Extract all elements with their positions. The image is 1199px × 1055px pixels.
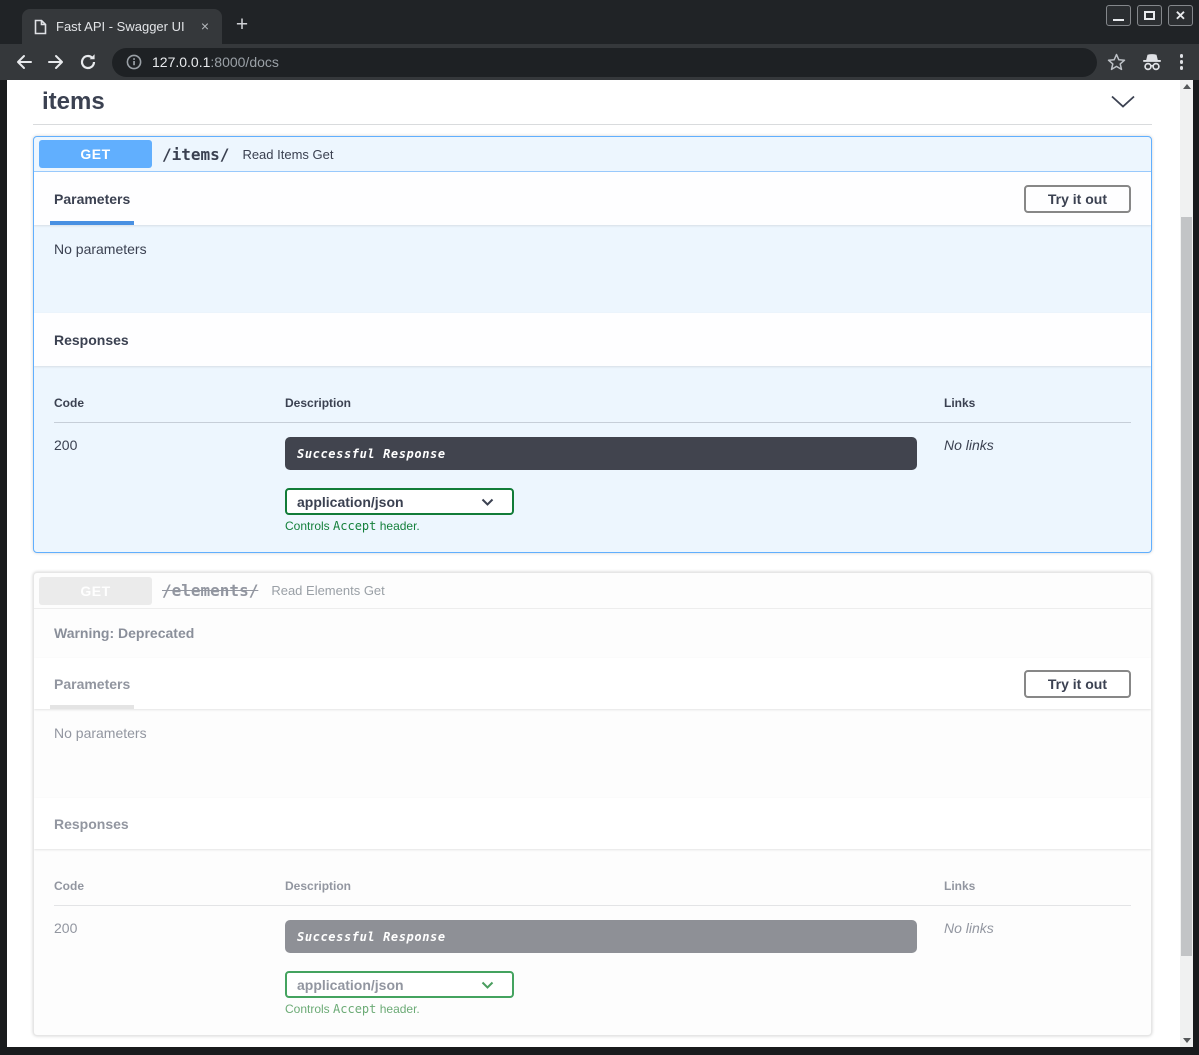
page-scrollbar[interactable] (1180, 80, 1193, 1047)
active-tab-underline (50, 705, 134, 709)
page-viewport: items GET /items/ Read Items Get Paramet… (7, 80, 1193, 1047)
scrollbar-down-arrow[interactable] (1180, 1034, 1193, 1047)
address-bar[interactable]: 127.0.0.1:8000/docs (112, 48, 1097, 77)
bookmark-star-button[interactable] (1107, 53, 1126, 71)
maximize-icon (1144, 11, 1155, 20)
star-icon (1107, 53, 1126, 71)
operation-path: /elements/ (162, 581, 258, 600)
tab-close-icon[interactable]: × (196, 18, 214, 36)
operation-description: Read Items Get (242, 147, 333, 162)
response-links: No links (944, 437, 1131, 533)
response-description-text: Successful Response (297, 930, 446, 944)
active-tab-underline (50, 221, 134, 225)
window-maximize-button[interactable] (1137, 5, 1162, 26)
response-links: No links (944, 920, 1131, 1016)
response-code: 200 (54, 920, 285, 1016)
url-text: 127.0.0.1:8000/docs (152, 54, 279, 70)
parameters-section-header: Parameters Try it out (34, 172, 1151, 225)
response-code: 200 (54, 437, 285, 533)
operation-description: Read Elements Get (271, 583, 384, 598)
browser-tab[interactable]: Fast API - Swagger UI × (22, 9, 222, 44)
browser-menu-button[interactable] (1178, 52, 1186, 72)
select-chevron-icon (481, 498, 494, 506)
scrollbar-thumb[interactable] (1181, 217, 1192, 956)
toolbar-actions (1107, 52, 1199, 72)
new-tab-button[interactable]: + (228, 12, 256, 40)
collapse-chevron-icon[interactable] (1110, 94, 1136, 109)
deprecated-warning-text: Warning: Deprecated (54, 625, 194, 641)
tag-divider (33, 124, 1152, 125)
response-row-200: 200 Successful Response application/json (54, 423, 1131, 533)
browser-toolbar: 127.0.0.1:8000/docs (0, 44, 1199, 80)
response-description-text: Successful Response (297, 447, 446, 461)
column-header-code: Code (54, 879, 285, 893)
column-header-links: Links (944, 879, 1131, 893)
parameters-body: No parameters (34, 709, 1151, 798)
scrollbar-up-arrow[interactable] (1180, 80, 1193, 93)
tag-section-header[interactable]: items (33, 88, 1152, 115)
url-path: :8000/docs (210, 54, 279, 70)
url-host: 127.0.0.1 (152, 54, 210, 70)
site-info-icon[interactable] (126, 54, 142, 70)
swagger-ui: items GET /items/ Read Items Get Paramet… (7, 80, 1180, 1047)
response-description-box: Successful Response (285, 437, 917, 470)
opblock-get-items: GET /items/ Read Items Get Parameters Tr… (33, 136, 1152, 553)
http-method-badge: GET (39, 577, 152, 605)
response-row-200: 200 Successful Response application/json (54, 906, 1131, 1016)
column-header-links: Links (944, 396, 1131, 410)
response-description-cell: Successful Response application/json Con… (285, 920, 944, 1016)
deprecated-warning: Warning: Deprecated (34, 609, 1151, 658)
operation-summary[interactable]: GET /elements/ Read Elements Get (34, 573, 1151, 609)
incognito-indicator-icon (1140, 52, 1164, 72)
accept-header-mono: Accept (333, 1002, 376, 1016)
parameters-section-header: Parameters Try it out (34, 658, 1151, 709)
reload-icon (78, 52, 98, 72)
responses-table: Code Description Links 200 Successful Re… (34, 849, 1151, 1035)
back-button[interactable] (8, 46, 40, 78)
reload-button[interactable] (72, 46, 104, 78)
forward-arrow-icon (46, 52, 66, 72)
opblock-get-elements-deprecated: GET /elements/ Read Elements Get Warning… (33, 572, 1152, 1036)
response-description-box: Successful Response (285, 920, 917, 953)
responses-title: Responses (54, 332, 129, 348)
window-minimize-button[interactable] (1106, 5, 1131, 26)
responses-section-header: Responses (34, 313, 1151, 366)
select-chevron-icon (481, 981, 494, 989)
controls-accept-note: Controls Accept header. (285, 519, 944, 533)
close-icon: ✕ (1175, 9, 1186, 22)
parameters-tab[interactable]: Parameters (54, 676, 130, 692)
tag-title: items (42, 88, 105, 115)
no-parameters-text: No parameters (54, 725, 147, 741)
media-type-select[interactable]: application/json (285, 488, 514, 515)
http-method-badge: GET (39, 140, 152, 168)
page-favicon-icon (33, 19, 47, 35)
forward-button[interactable] (40, 46, 72, 78)
column-header-description: Description (285, 879, 944, 893)
tab-title: Fast API - Swagger UI (56, 19, 190, 34)
window-close-button[interactable]: ✕ (1168, 5, 1193, 26)
back-arrow-icon (14, 52, 34, 72)
controls-accept-note: Controls Accept header. (285, 1002, 944, 1016)
no-parameters-text: No parameters (54, 241, 147, 257)
responses-section-header: Responses (34, 798, 1151, 849)
column-header-code: Code (54, 396, 285, 410)
minimize-icon (1113, 19, 1124, 21)
media-type-value: application/json (297, 977, 404, 993)
media-type-select[interactable]: application/json (285, 971, 514, 998)
column-header-description: Description (285, 396, 944, 410)
accept-header-mono: Accept (333, 519, 376, 533)
response-description-cell: Successful Response application/json Con… (285, 437, 944, 533)
parameters-body: No parameters (34, 225, 1151, 313)
try-it-out-button[interactable]: Try it out (1024, 185, 1131, 213)
try-it-out-button[interactable]: Try it out (1024, 670, 1131, 698)
responses-table: Code Description Links 200 Successful Re… (34, 366, 1151, 552)
operation-summary[interactable]: GET /items/ Read Items Get (34, 137, 1151, 172)
media-type-value: application/json (297, 494, 404, 510)
browser-window: Fast API - Swagger UI × + ✕ 127.0.0.1:80… (0, 0, 1199, 1055)
responses-title: Responses (54, 816, 129, 832)
parameters-tab[interactable]: Parameters (54, 191, 130, 207)
browser-titlebar: Fast API - Swagger UI × + ✕ (0, 0, 1199, 44)
operation-path: /items/ (162, 145, 229, 164)
window-controls: ✕ (1106, 5, 1193, 26)
